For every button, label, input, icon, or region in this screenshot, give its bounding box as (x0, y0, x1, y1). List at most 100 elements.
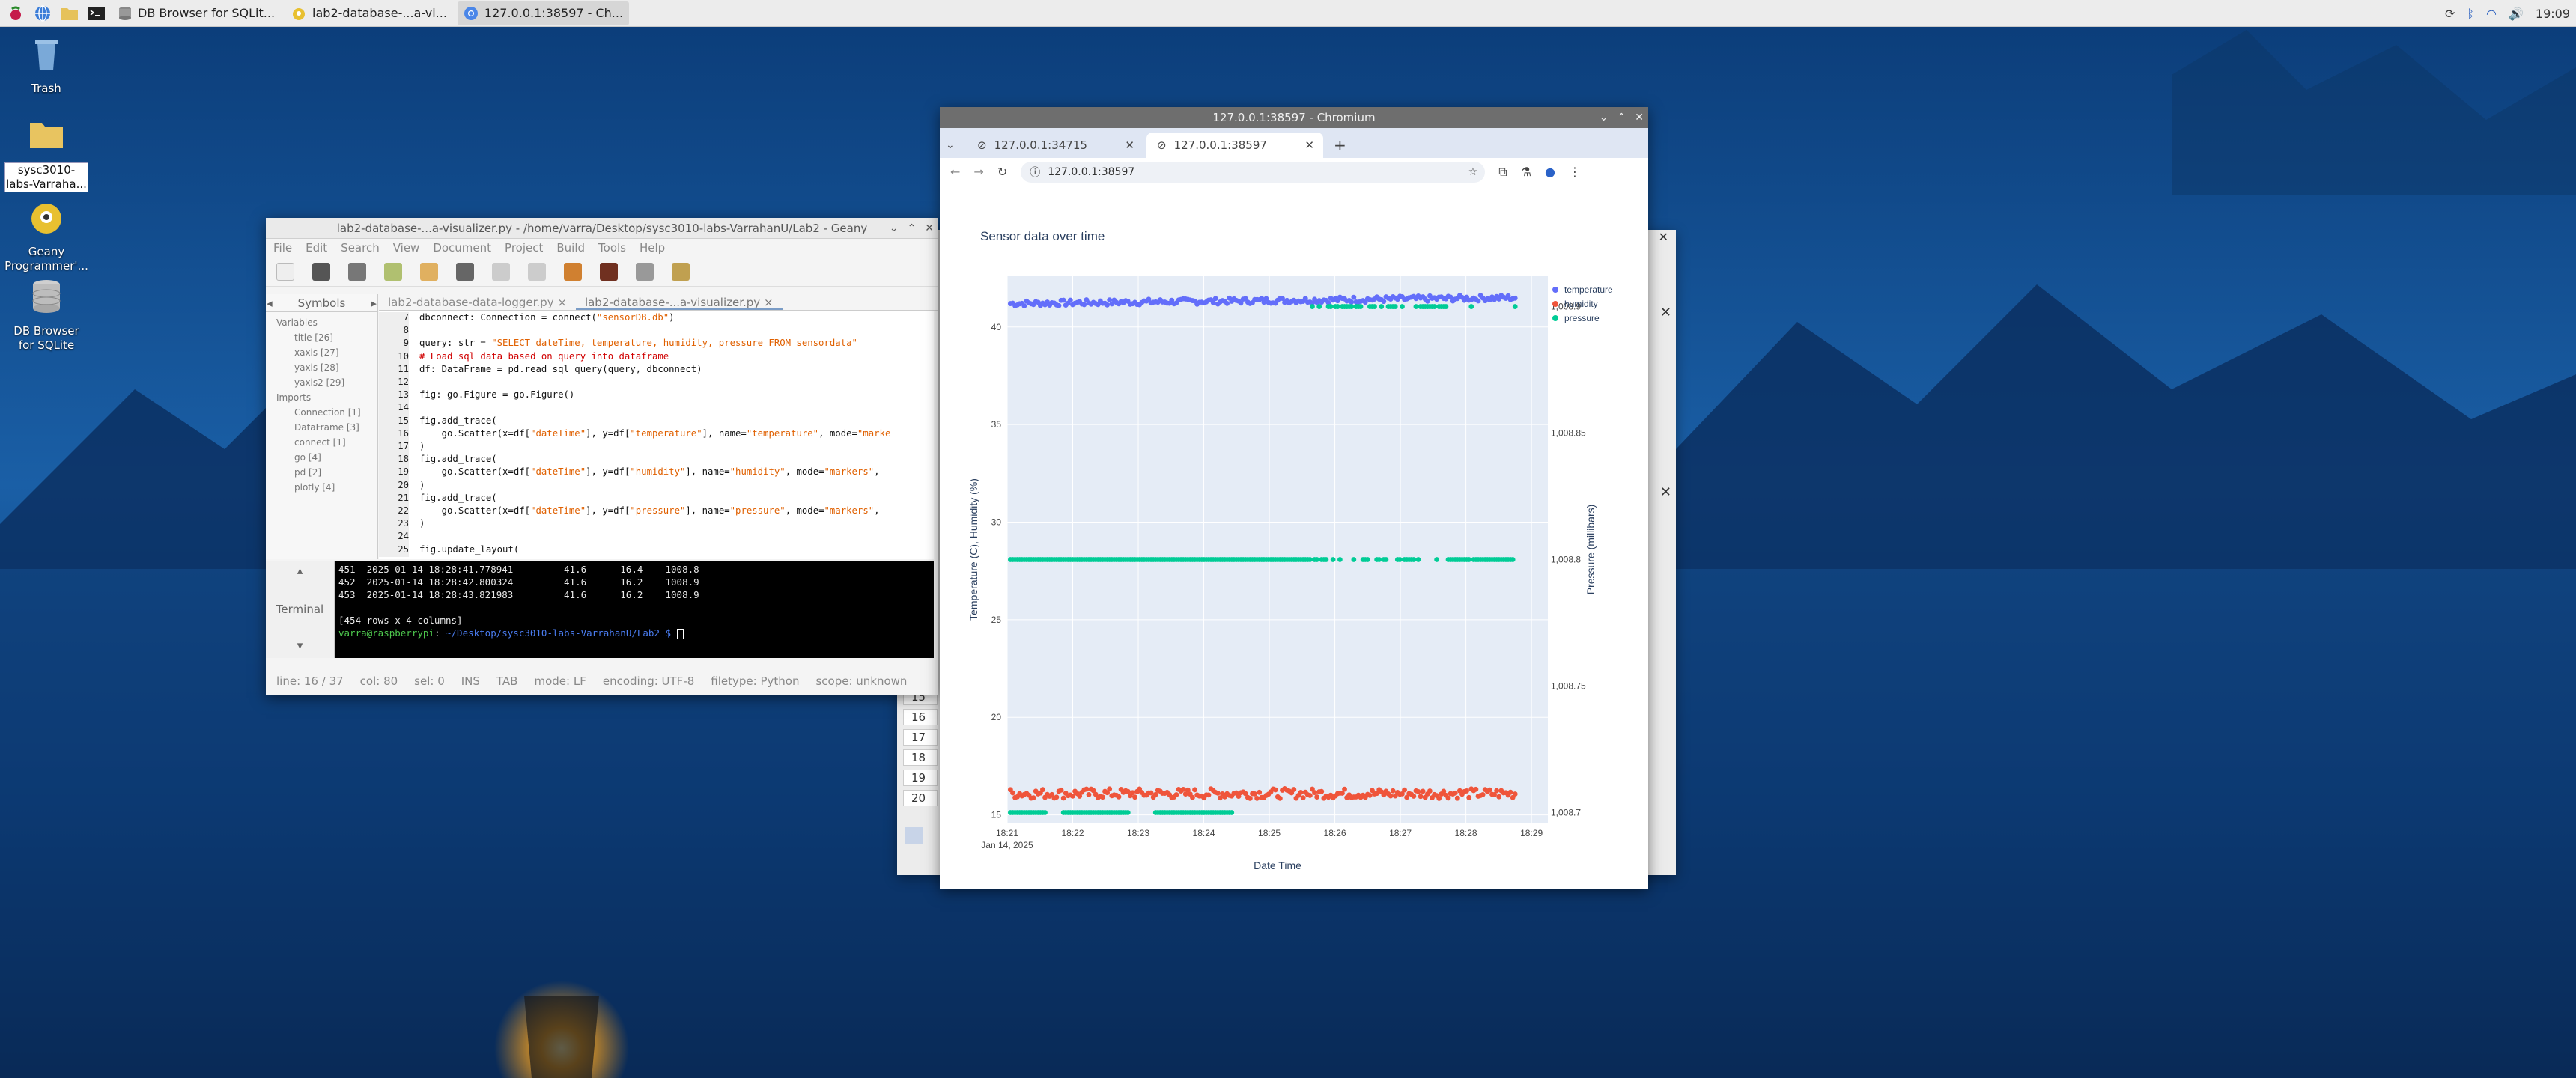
raspberry-menu-icon[interactable] (4, 2, 27, 25)
symbol-item[interactable]: yaxis [28] (266, 360, 377, 375)
symbol-item[interactable]: connect [1] (266, 435, 377, 450)
compile-icon[interactable] (564, 262, 582, 281)
file-manager-icon[interactable] (58, 2, 81, 25)
reload-icon[interactable]: ↻ (997, 165, 1007, 179)
menu-item-help[interactable]: Help (640, 241, 665, 255)
close-icon[interactable]: ✕ (1660, 305, 1671, 320)
scroll-up-icon[interactable]: ▴ (266, 564, 334, 577)
build-icon[interactable] (600, 262, 618, 281)
desktop-icon-geany[interactable]: Geany Programmer'... (4, 196, 88, 273)
symbol-group[interactable]: Imports (266, 390, 377, 405)
sidebar-left-icon[interactable]: ◂ (267, 296, 273, 310)
menu-item-tools[interactable]: Tools (598, 241, 626, 255)
symbol-item[interactable]: yaxis2 [29] (266, 375, 377, 390)
window-titlebar[interactable]: 127.0.0.1:38597 - Chromium ⌄ ⌃ ✕ (940, 107, 1648, 128)
code-token: ], y=df[ (586, 505, 631, 516)
forward-icon[interactable] (528, 262, 546, 281)
close-icon[interactable]: ✕ (1635, 112, 1644, 124)
back-icon[interactable] (492, 262, 510, 281)
web-browser-icon[interactable] (31, 2, 54, 25)
menu-icon[interactable]: ⋮ (1569, 165, 1581, 179)
extensions-icon[interactable]: ⧉ (1498, 165, 1507, 180)
minimize-icon[interactable]: ⌄ (1600, 112, 1609, 124)
humidity-marker (1454, 795, 1460, 801)
terminal[interactable]: 451 2025-01-14 18:28:41.778941 41.6 16.4… (335, 561, 934, 658)
browser-tab-active[interactable]: ⊘ 127.0.0.1:38597 ✕ (1146, 133, 1323, 158)
menu-item-project[interactable]: Project (505, 241, 543, 255)
y-tick-label: 15 (991, 810, 1002, 820)
symbol-item[interactable]: go [4] (266, 450, 377, 465)
close-icon[interactable]: ✕ (1660, 484, 1671, 500)
scroll-down-icon[interactable]: ▾ (266, 639, 334, 652)
line-number: 16 (379, 427, 409, 441)
symbol-item[interactable]: pd [2] (266, 465, 377, 480)
save-icon[interactable] (312, 262, 330, 281)
close-icon[interactable]: ✕ (1659, 230, 1668, 244)
tab-visualizer[interactable]: lab2-database-...a-visualizer.py × (575, 294, 783, 310)
maximize-icon[interactable]: ⌃ (1617, 112, 1626, 124)
task-label: lab2-database-...a-vi... (312, 6, 447, 20)
first-record-button[interactable] (905, 827, 923, 844)
symbol-item[interactable]: plotly [4] (266, 480, 377, 495)
browser-tab[interactable]: ⊘ 127.0.0.1:34715 ✕ (967, 133, 1143, 158)
tab-terminal[interactable]: Terminal (266, 603, 334, 616)
line-number: 22 (379, 505, 409, 519)
task-db-browser[interactable]: DB Browser for SQLit... (112, 1, 281, 25)
menu-item-file[interactable]: File (273, 241, 292, 255)
symbol-group[interactable]: Variables (266, 315, 377, 330)
volume-icon[interactable]: 🔊 (2509, 7, 2524, 21)
desktop-icon-db-browser[interactable]: DB Browser for SQLite (4, 275, 88, 353)
task-chromium[interactable]: 127.0.0.1:38597 - Ch... (457, 1, 630, 25)
tab-symbols[interactable]: Symbols (298, 296, 346, 310)
profile-icon[interactable]: ● (1545, 165, 1555, 179)
symbol-item[interactable]: Connection [1] (266, 405, 377, 420)
back-icon[interactable]: ← (950, 165, 960, 179)
forward-icon[interactable]: → (973, 165, 983, 179)
bookmark-star-icon[interactable]: ☆ (1468, 166, 1478, 178)
save-all-icon[interactable] (348, 262, 366, 281)
wifi-icon[interactable]: ◠ (2486, 7, 2497, 21)
close-icon[interactable]: ✕ (925, 222, 934, 234)
menu-item-build[interactable]: Build (556, 241, 585, 255)
humidity-marker (1107, 786, 1113, 792)
menu-item-document[interactable]: Document (433, 241, 491, 255)
close-icon[interactable]: × (764, 296, 774, 309)
maximize-icon[interactable]: ⌃ (908, 222, 917, 234)
minimize-icon[interactable]: ⌄ (890, 222, 899, 234)
desktop-icon-folder[interactable]: sysc3010-labs-Varraha... (4, 114, 88, 192)
terminal-icon[interactable] (85, 2, 108, 25)
menu-item-view[interactable]: View (393, 241, 420, 255)
labs-icon[interactable]: ⚗ (1521, 165, 1531, 179)
symbol-item[interactable]: title [26] (266, 330, 377, 345)
close-icon[interactable]: × (557, 296, 567, 309)
tab-label: lab2-database-data-logger.py (388, 296, 554, 309)
sidebar-right-icon[interactable]: ▸ (371, 296, 377, 310)
code-token: dbconnect: Connection = connect( (419, 312, 597, 323)
tab-search-icon[interactable]: ⌄ (946, 133, 964, 158)
open-icon[interactable] (420, 262, 438, 281)
humidity-marker (1452, 790, 1458, 796)
sync-icon[interactable]: ⟳ (2445, 7, 2455, 21)
x-axis-label: Date Time (1254, 859, 1301, 871)
menu-item-edit[interactable]: Edit (306, 241, 327, 255)
menu-item-search[interactable]: Search (341, 241, 380, 255)
close-file-icon[interactable] (456, 262, 474, 281)
pressure-marker (1415, 557, 1421, 562)
symbol-item[interactable]: DataFrame [3] (266, 420, 377, 435)
tab-data-logger[interactable]: lab2-database-data-logger.py × (379, 294, 576, 310)
bluetooth-icon[interactable]: ᛒ (2467, 7, 2474, 21)
revert-icon[interactable] (384, 262, 402, 281)
close-tab-icon[interactable]: ✕ (1125, 138, 1134, 152)
desktop-icon-trash[interactable]: Trash (4, 33, 88, 96)
run-icon[interactable] (636, 262, 654, 281)
address-bar[interactable]: ⓘ 127.0.0.1:38597 ☆ (1021, 161, 1486, 183)
new-file-icon[interactable] (276, 262, 294, 281)
code-editor[interactable]: 7 dbconnect: Connection = connect("sensor… (379, 311, 934, 559)
close-tab-icon[interactable]: ✕ (1304, 138, 1314, 152)
symbol-item[interactable]: xaxis [27] (266, 345, 377, 360)
site-info-icon[interactable]: ⓘ (1030, 165, 1040, 180)
new-tab-icon[interactable]: + (1326, 133, 1346, 158)
color-chooser-icon[interactable] (672, 262, 690, 281)
task-geany[interactable]: lab2-database-...a-vi... (285, 1, 453, 25)
window-titlebar[interactable]: lab2-database-...a-visualizer.py - /home… (266, 218, 938, 239)
